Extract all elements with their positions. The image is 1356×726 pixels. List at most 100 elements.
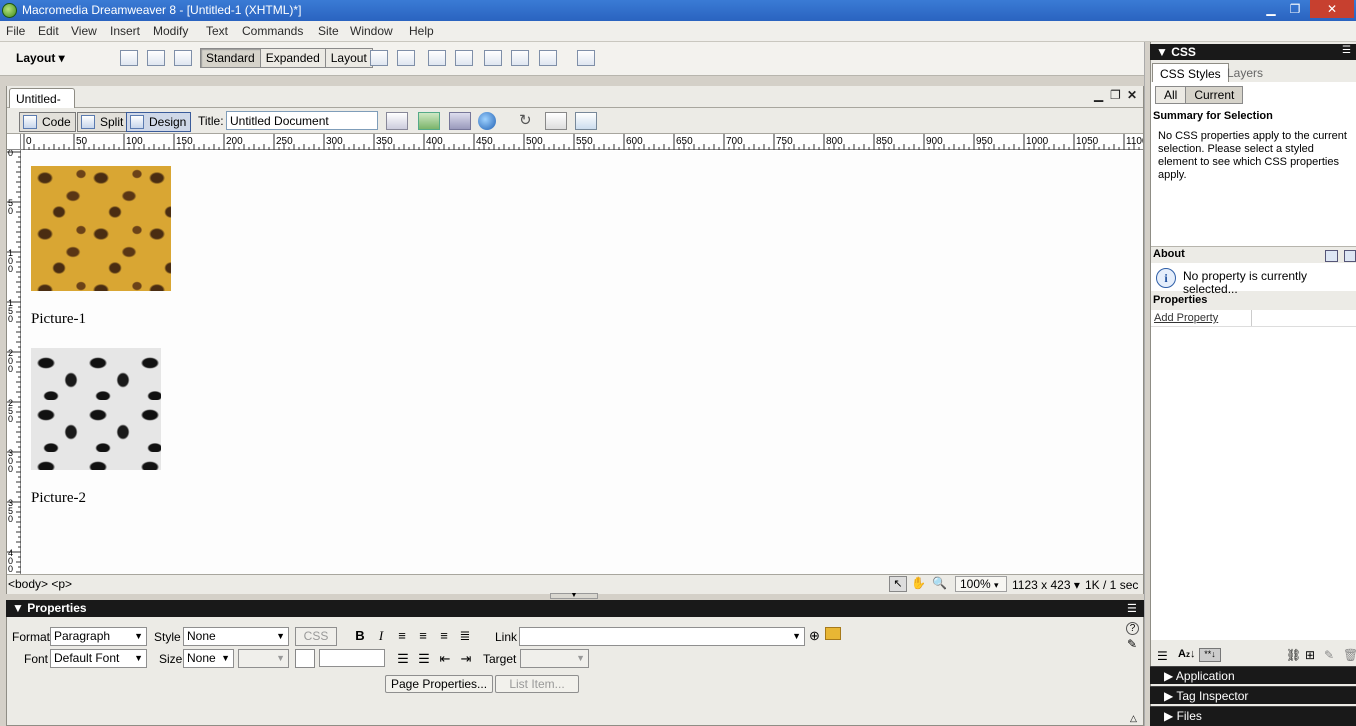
restore-button[interactable]: ❐ (1280, 0, 1310, 18)
edit-style-icon[interactable]: ✎ (1324, 648, 1334, 662)
align-center-icon[interactable]: ≡ (414, 628, 432, 644)
split-view-button[interactable]: Split (77, 112, 129, 132)
visual-aids-icon[interactable] (575, 112, 597, 130)
italic-button[interactable]: I (372, 628, 390, 644)
zoom-tool-icon[interactable]: 🔍 (932, 576, 947, 590)
insert-column-left-icon[interactable] (484, 50, 502, 66)
menu-file[interactable]: File (6, 24, 25, 38)
show-list-view-icon[interactable] (1325, 250, 1338, 262)
layout-table-icon[interactable] (370, 50, 388, 66)
insert-column-right-icon[interactable] (511, 50, 529, 66)
format-select[interactable]: Paragraph ▼ (50, 627, 147, 646)
style-select[interactable]: None ▼ (183, 627, 289, 646)
quick-tag-editor-icon[interactable]: ✎ (1127, 637, 1137, 651)
bold-button[interactable]: B (351, 628, 369, 644)
page-properties-button[interactable]: Page Properties... (385, 675, 494, 693)
preview-in-browser-icon[interactable] (478, 112, 496, 130)
layout-cell-icon[interactable] (397, 50, 415, 66)
tag-selector[interactable]: <body> <p> (8, 577, 72, 591)
point-to-file-icon[interactable]: ⊕ (809, 628, 820, 644)
doc-close-icon[interactable]: ✕ (1127, 88, 1137, 102)
insert-row-below-icon[interactable] (455, 50, 473, 66)
close-button[interactable]: ✕ (1310, 0, 1354, 18)
tabular-data-icon[interactable] (577, 50, 595, 66)
css-panel-options-icon[interactable]: ☰ (1342, 45, 1351, 56)
size-select[interactable]: None ▼ (183, 649, 234, 668)
css-panel-header[interactable]: ▼ CSS (1150, 44, 1356, 60)
browse-folder-icon[interactable] (825, 627, 841, 640)
leopard-fur-image[interactable] (31, 166, 171, 291)
property-inspector-header[interactable]: ▼ Properties (6, 600, 1144, 617)
design-view-button[interactable]: Design (126, 112, 192, 132)
select-tool-icon[interactable]: ↖ (889, 576, 907, 592)
window-size-dropdown[interactable]: 1123 x 423 ▾ (1012, 578, 1080, 592)
new-css-rule-icon[interactable]: ⊞ (1305, 648, 1315, 662)
panel-splitter-handle[interactable]: ▼ (550, 592, 598, 599)
menu-site[interactable]: Site (318, 24, 339, 38)
no-browser-check-errors-icon[interactable] (386, 112, 408, 130)
ruler-origin[interactable] (7, 134, 21, 150)
picture-1-caption[interactable]: Picture-1 (31, 311, 86, 328)
menu-help[interactable]: Help (409, 24, 434, 38)
font-select[interactable]: Default Font ▼ (50, 649, 147, 668)
validate-markup-icon[interactable] (418, 112, 440, 130)
az-sort-icon[interactable]: Az↓ (1178, 648, 1195, 660)
justify-icon[interactable]: ≣ (456, 628, 474, 644)
menu-view[interactable]: View (71, 24, 97, 38)
picture-2-caption[interactable]: Picture-2 (31, 490, 86, 507)
files-panel-header[interactable]: ▶ Files (1150, 706, 1356, 726)
ordered-list-icon[interactable]: ☰ (415, 651, 433, 667)
text-color-input[interactable] (319, 649, 385, 667)
frames-icon[interactable] (539, 50, 557, 66)
snow-leopard-fur-image[interactable] (31, 348, 161, 470)
show-category-view-icon[interactable] (1344, 250, 1356, 262)
tab-css-styles[interactable]: CSS Styles (1152, 63, 1229, 84)
panel-splitter[interactable] (1144, 42, 1150, 726)
menu-insert[interactable]: Insert (110, 24, 140, 38)
expand-arrow-icon[interactable]: △ (1130, 713, 1137, 724)
align-right-icon[interactable]: ≡ (435, 628, 453, 644)
document-title-input[interactable] (226, 111, 378, 130)
file-management-icon[interactable] (449, 112, 471, 130)
refresh-design-view-icon[interactable]: ↻ (519, 112, 541, 130)
layer-icon[interactable] (174, 50, 192, 66)
menu-text[interactable]: Text (206, 24, 228, 38)
css-mode-all[interactable]: All (1156, 87, 1187, 103)
doc-minimize-icon[interactable]: ▁ (1094, 88, 1103, 102)
add-property-link[interactable]: Add Property (1154, 312, 1218, 324)
attach-stylesheet-icon[interactable]: ⛓ (1286, 648, 1301, 662)
align-left-icon[interactable]: ≡ (393, 628, 411, 644)
menu-window[interactable]: Window (350, 24, 393, 38)
table-icon[interactable] (120, 50, 138, 66)
hand-tool-icon[interactable]: ✋ (911, 576, 926, 590)
view-options-icon[interactable] (545, 112, 567, 130)
document-tab[interactable]: Untitled-1* (9, 88, 75, 120)
mode-expanded[interactable]: Expanded (261, 49, 326, 67)
div-icon[interactable] (147, 50, 165, 66)
menu-commands[interactable]: Commands (242, 24, 303, 38)
outdent-icon[interactable]: ⇤ (436, 651, 454, 667)
indent-icon[interactable]: ⇥ (457, 651, 475, 667)
mode-layout[interactable]: Layout (326, 49, 372, 67)
unordered-list-icon[interactable]: ☰ (394, 651, 412, 667)
design-canvas[interactable] (22, 151, 1143, 574)
show-category-view-icon-bottom[interactable]: ☰ (1157, 649, 1168, 663)
code-view-button[interactable]: Code (19, 112, 76, 132)
zoom-select[interactable]: 100% ▾ (955, 576, 1007, 592)
insert-row-above-icon[interactable] (428, 50, 446, 66)
tag-inspector-panel-header[interactable]: ▶ Tag Inspector (1150, 686, 1356, 704)
application-panel-header[interactable]: ▶ Application (1150, 666, 1356, 684)
css-button[interactable]: CSS (295, 627, 337, 646)
panel-options-icon[interactable]: ☰ (1127, 602, 1137, 615)
css-mode-current[interactable]: Current (1186, 87, 1243, 103)
text-color-swatch[interactable] (295, 649, 315, 668)
menu-modify[interactable]: Modify (153, 24, 188, 38)
link-input[interactable]: ▼ (519, 627, 805, 646)
menu-edit[interactable]: Edit (38, 24, 59, 38)
tab-layers[interactable]: Layers (1220, 63, 1270, 83)
delete-css-rule-icon[interactable]: 🗑 (1343, 648, 1356, 662)
insert-category-dropdown[interactable]: Layout ▾ (16, 51, 65, 65)
mode-standard[interactable]: Standard (201, 49, 261, 67)
doc-restore-icon[interactable]: ❐ (1110, 88, 1121, 102)
help-icon[interactable]: ? (1126, 622, 1139, 635)
